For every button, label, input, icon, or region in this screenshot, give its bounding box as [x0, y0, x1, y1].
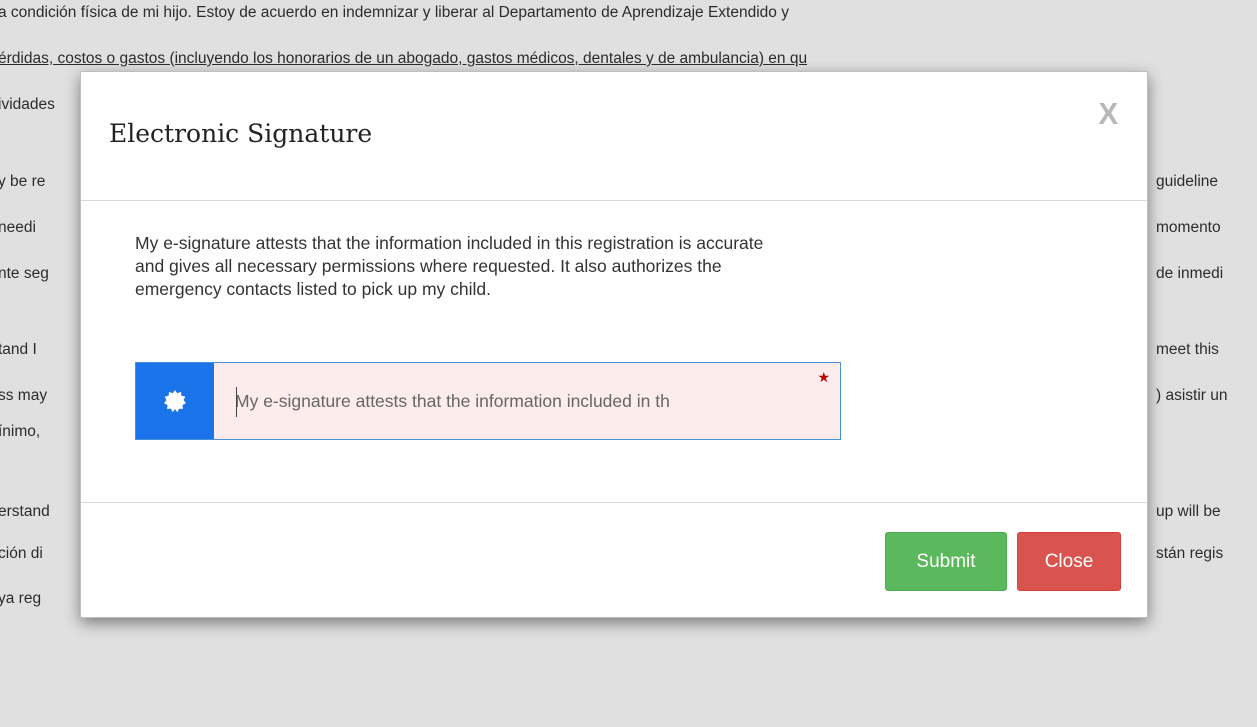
close-button[interactable]: Close: [1017, 532, 1121, 591]
badge-icon: [164, 390, 186, 413]
electronic-signature-dialog: Electronic Signature X My e-signature at…: [80, 71, 1148, 618]
required-star-icon: ★: [817, 369, 830, 385]
modal-body: My e-signature attests that the informat…: [81, 201, 1147, 503]
submit-button[interactable]: Submit: [885, 532, 1007, 591]
signature-input-group: ★: [135, 362, 841, 440]
attestation-text: My e-signature attests that the informat…: [135, 233, 764, 299]
modal-header: Electronic Signature X: [81, 72, 1147, 201]
signature-field-wrapper: ★: [214, 363, 840, 439]
signature-addon: [136, 363, 214, 439]
close-icon[interactable]: X: [1099, 96, 1119, 132]
modal-title: Electronic Signature: [109, 119, 373, 148]
modal-footer: Submit Close: [81, 503, 1147, 617]
signature-input[interactable]: [214, 363, 840, 439]
text-cursor: [236, 387, 237, 417]
